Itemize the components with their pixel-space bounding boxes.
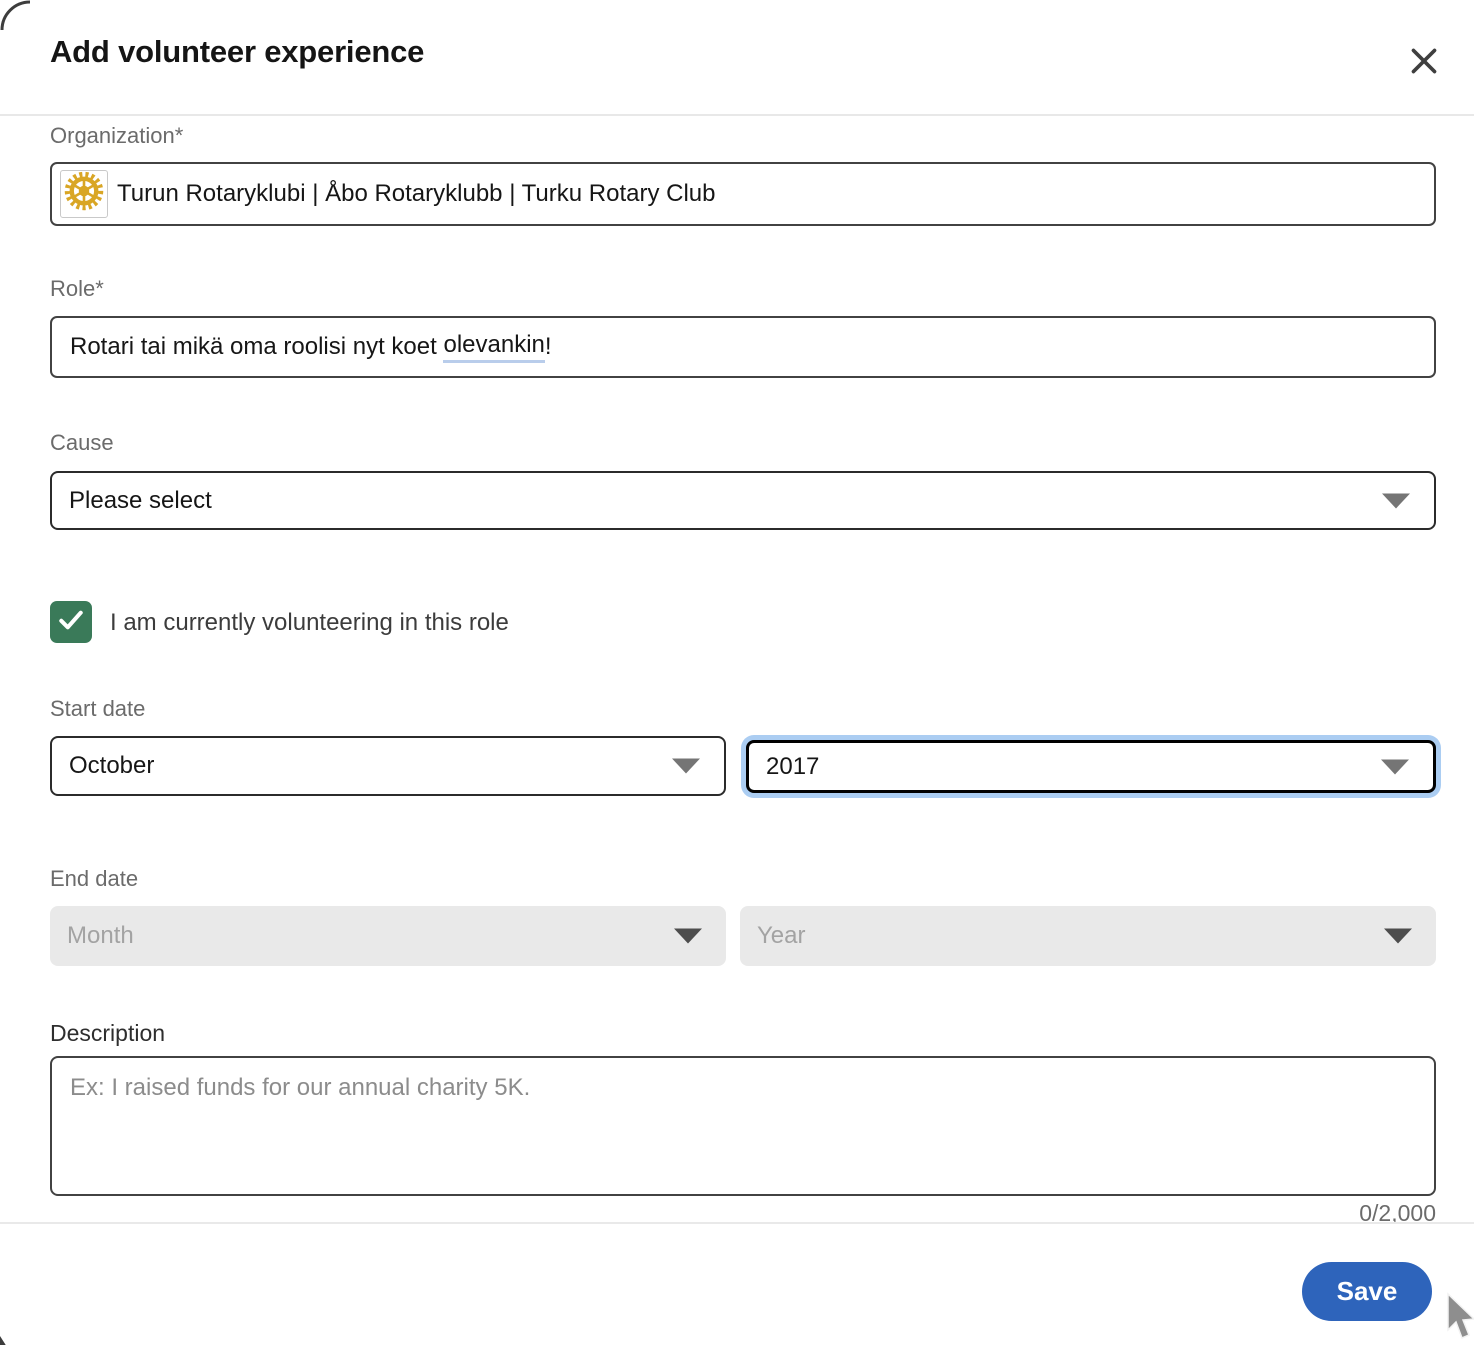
chevron-down-icon xyxy=(674,929,702,944)
start-year-select[interactable]: 2017 xyxy=(746,740,1436,793)
chevron-down-icon xyxy=(1381,759,1409,774)
end-month-select: Month xyxy=(50,906,726,966)
organization-label: Organization* xyxy=(50,123,183,149)
rotary-wheel-icon xyxy=(63,170,105,219)
start-month-select[interactable]: October xyxy=(50,736,726,796)
chevron-down-icon xyxy=(672,759,700,774)
organization-value: Turun Rotaryklubi | Åbo Rotaryklubb | Tu… xyxy=(117,180,716,208)
add-volunteer-experience-modal: Add volunteer experience Organization* xyxy=(0,0,1474,1345)
cause-selected-value: Please select xyxy=(69,487,212,515)
role-value-misspelled-word: olevankin xyxy=(443,331,544,363)
modal-rounded-corner xyxy=(0,0,32,37)
end-year-placeholder: Year xyxy=(757,922,806,950)
start-date-label: Start date xyxy=(50,696,145,722)
chevron-down-icon xyxy=(1382,493,1410,508)
role-value-part: ! xyxy=(545,333,552,361)
organization-logo xyxy=(60,170,108,218)
currently-volunteering-label: I am currently volunteering in this role xyxy=(110,609,509,637)
description-label: Description xyxy=(50,1020,165,1047)
organization-input[interactable]: Turun Rotaryklubi | Åbo Rotaryklubb | Tu… xyxy=(50,162,1436,226)
end-year-select: Year xyxy=(740,906,1436,966)
role-input[interactable]: Rotari tai mikä oma roolisi nyt koet ole… xyxy=(50,316,1436,378)
cause-select[interactable]: Please select xyxy=(50,471,1436,530)
mouse-cursor-icon xyxy=(1443,1292,1474,1345)
role-value-part: Rotari tai mikä oma roolisi nyt koet xyxy=(70,333,443,361)
end-month-placeholder: Month xyxy=(67,922,134,950)
modal-footer: Save xyxy=(0,1222,1474,1345)
close-icon xyxy=(1405,42,1443,83)
end-date-label: End date xyxy=(50,866,138,892)
chevron-down-icon xyxy=(1384,929,1412,944)
checkmark-icon xyxy=(54,603,88,642)
start-month-value: October xyxy=(69,752,154,780)
currently-volunteering-checkbox[interactable] xyxy=(50,601,92,643)
start-year-value: 2017 xyxy=(766,753,819,781)
description-textarea[interactable] xyxy=(50,1056,1436,1196)
cause-label: Cause xyxy=(50,430,114,456)
modal-title: Add volunteer experience xyxy=(50,34,424,70)
header-divider xyxy=(0,114,1474,116)
role-label: Role* xyxy=(50,276,104,302)
close-button[interactable] xyxy=(1402,40,1446,84)
save-button[interactable]: Save xyxy=(1302,1262,1432,1321)
background-corner-fragment xyxy=(0,1334,9,1345)
